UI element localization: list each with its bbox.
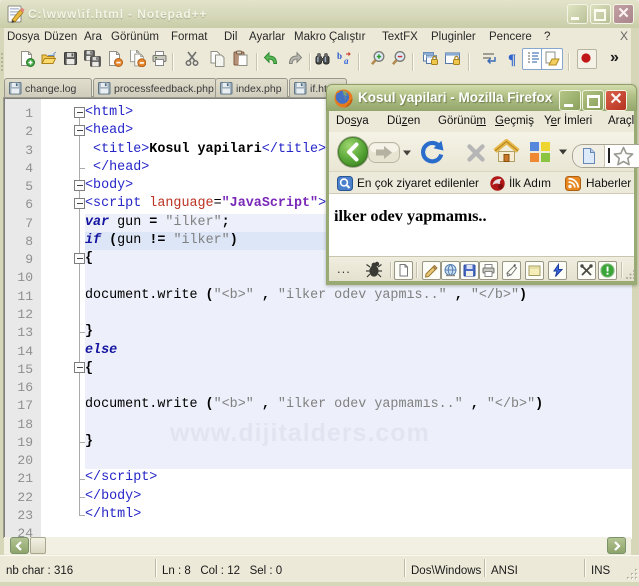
svg-text:a: a [344, 56, 349, 66]
svg-text:b: b [337, 51, 342, 61]
svg-text:¶: ¶ [508, 52, 516, 67]
